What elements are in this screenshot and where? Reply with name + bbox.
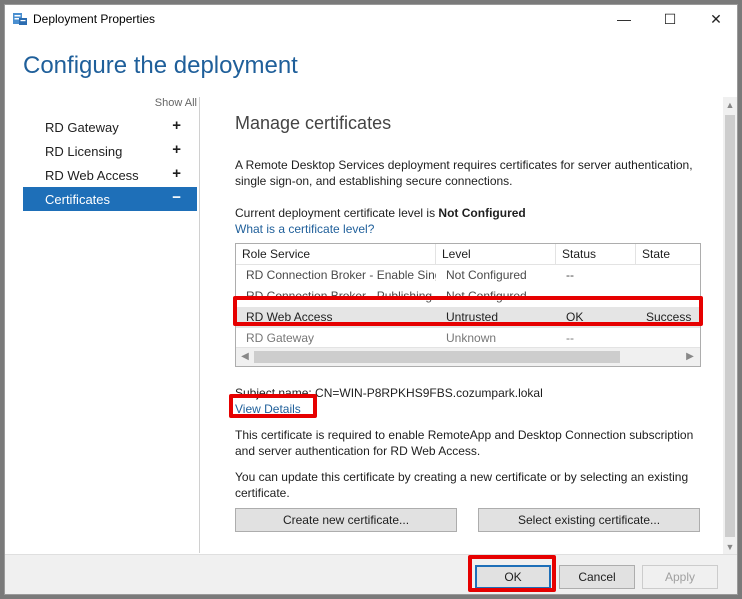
cell-state [636,265,700,286]
cell-state: Success [646,310,692,324]
vertical-scrollbar[interactable]: ▲ ▼ [723,97,737,555]
scroll-left-icon[interactable]: ◀ [237,349,253,365]
page-title: Configure the deployment [23,52,298,79]
section-title: Manage certificates [235,113,392,133]
sidebar-nav: Show All RD Gateway + RD Licensing + RD … [23,95,199,555]
certificate-level-line: Current deployment certificate level is … [235,205,701,221]
cancel-button[interactable]: Cancel [559,565,635,589]
dialog-footer: OK Cancel Apply [5,554,737,594]
column-header-level[interactable]: Level [436,244,556,265]
ok-button[interactable]: OK [475,565,551,589]
cell-level: Unknown [446,331,497,345]
cell-state [636,328,700,349]
sidebar-item-rd-licensing[interactable]: RD Licensing + [23,139,197,163]
cell-role-service: RD Connection Broker - Publishing [246,289,433,303]
certificate-update-text: You can update this certificate by creat… [235,470,689,500]
what-is-certificate-level-link[interactable]: What is a certificate level? [235,222,374,236]
certificate-level-value: Not Configured [438,206,526,220]
cell-level: Not Configured [446,289,527,303]
grid-header: Role Service Level Status State [236,244,700,265]
table-row[interactable]: RD Connection Broker - Enable Single Sig… [236,265,700,286]
show-all-link[interactable]: Show All [155,97,197,109]
sidebar-item-label: RD Gateway [45,119,119,135]
expand-plus-icon: + [172,141,181,158]
close-icon: ✕ [710,10,722,27]
view-details-line: View Details [235,401,701,417]
server-manager-icon [13,13,27,25]
create-new-certificate-button[interactable]: Create new certificate... [235,508,457,532]
role-services-grid: Role Service Level Status State RD Conne… [235,243,701,367]
certificate-level-prefix: Current deployment certificate level is [235,206,439,220]
maximize-icon: ☐ [663,10,677,27]
select-existing-certificate-button[interactable]: Select existing certificate... [478,508,700,532]
scroll-down-icon[interactable]: ▼ [723,539,737,555]
minimize-button[interactable]: — [601,5,647,33]
column-header-state[interactable]: State [636,244,700,265]
scrollbar-thumb[interactable] [254,351,620,363]
table-row-selected[interactable]: RD Web Access Untrusted OK Success [236,307,700,328]
column-header-status[interactable]: Status [556,244,636,265]
scroll-up-icon[interactable]: ▲ [723,97,737,113]
certificate-level-link-line: What is a certificate level? [235,221,701,237]
maximize-button[interactable]: ☐ [647,5,693,33]
title-bar: Deployment Properties — ☐ ✕ [5,5,737,33]
scrollbar-thumb[interactable] [725,115,735,537]
column-header-role-service[interactable]: Role Service [236,244,436,265]
certificate-required-text: This certificate is required to enable R… [235,428,694,458]
cell-status: OK [566,310,584,324]
sidebar-item-label: Certificates [45,191,111,207]
grid-horizontal-scrollbar[interactable]: ◀ ▶ [236,347,700,366]
cell-role-service: RD Connection Broker - Enable Single Sig… [246,268,436,282]
nav-divider [199,97,200,553]
expand-plus-icon: + [172,117,181,134]
apply-button[interactable]: Apply [642,565,718,589]
cell-status: -- [566,331,574,345]
table-row[interactable]: RD Connection Broker - Publishing Not Co… [236,286,700,307]
intro-text: A Remote Desktop Services deployment req… [235,158,693,188]
minimize-icon: — [617,11,631,27]
cell-level: Untrusted [446,310,499,324]
cell-level: Not Configured [446,268,527,282]
collapse-minus-icon: − [172,189,181,206]
cell-status: -- [566,289,574,303]
cell-status: -- [566,268,574,282]
sidebar-item-label: RD Licensing [45,143,123,159]
cell-role-service: RD Web Access [246,310,333,324]
window-title: Deployment Properties [33,12,156,26]
view-details-link[interactable]: View Details [235,402,301,416]
deployment-properties-window: Deployment Properties — ☐ ✕ Configure th… [4,4,738,595]
close-button[interactable]: ✕ [693,5,739,33]
cell-state [636,286,700,307]
sidebar-item-rd-gateway[interactable]: RD Gateway + [23,115,197,139]
expand-plus-icon: + [172,165,181,182]
table-row[interactable]: RD Gateway Unknown -- [236,328,700,349]
sidebar-item-label: RD Web Access [45,167,139,183]
subject-name: Subject name: CN=WIN-P8RPKHS9FBS.cozumpa… [235,386,543,400]
cell-role-service: RD Gateway [246,331,315,345]
sidebar-item-rd-web-access[interactable]: RD Web Access + [23,163,197,187]
sidebar-item-certificates[interactable]: Certificates − [23,187,197,211]
scroll-right-icon[interactable]: ▶ [682,349,698,365]
